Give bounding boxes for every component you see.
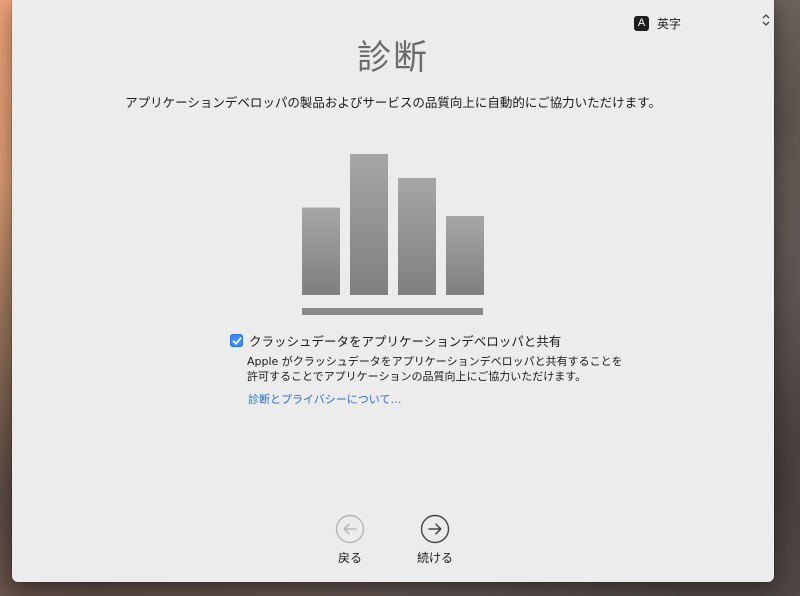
diagnostics-chart-icon — [302, 154, 484, 315]
about-diagnostics-privacy-link[interactable]: 診断とプライバシーについて… — [248, 391, 401, 407]
option-description: Apple がクラッシュデータをアプリケーションデベロッパと共有することを 許可… — [247, 354, 637, 384]
continue-button[interactable]: 続ける — [400, 514, 470, 566]
continue-label: 続ける — [416, 551, 453, 565]
arrow-left-circle-icon — [335, 514, 365, 544]
chart-baseline — [302, 308, 483, 315]
back-button[interactable]: 戻る — [315, 514, 385, 566]
input-source-label: 英字 — [657, 16, 682, 31]
arrow-right-circle-icon — [420, 514, 450, 544]
setup-assistant-window: A 英字 診断 アプリケーションデベロッパの製品およびサービスの品質向上に自動的… — [12, 0, 774, 582]
updown-chevron-icon — [762, 14, 770, 26]
description-line-2: 許可することでアプリケーションの品質向上にご協力いただけます。 — [247, 370, 587, 383]
back-label: 戻る — [337, 551, 362, 565]
input-source-icon: A — [634, 15, 649, 31]
share-crash-data-label: クラッシュデータをアプリケーションデベロッパと共有 — [249, 334, 562, 349]
chart-bar-1 — [302, 207, 340, 295]
chart-bar-2 — [350, 154, 388, 295]
page-title: 診断 — [357, 38, 429, 78]
chart-bar-4 — [446, 216, 484, 295]
share-crash-data-checkbox[interactable] — [230, 334, 243, 347]
description-line-1: Apple がクラッシュデータをアプリケーションデベロッパと共有することを — [247, 355, 623, 368]
chart-bar-3 — [398, 177, 436, 295]
share-crash-data-option[interactable]: クラッシュデータをアプリケーションデベロッパと共有 — [230, 331, 561, 350]
page-subtitle: アプリケーションデベロッパの製品およびサービスの品質向上に自動的にご協力いただけ… — [125, 95, 661, 110]
